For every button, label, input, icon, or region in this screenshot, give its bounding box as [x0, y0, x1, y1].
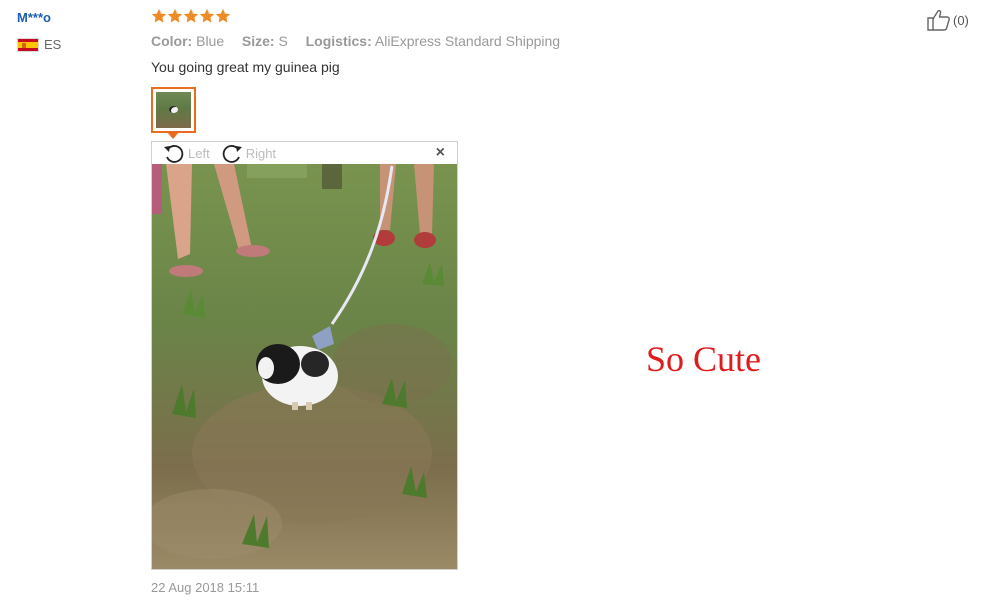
review-photo — [152, 164, 457, 569]
helpful-button[interactable]: (0) — [926, 8, 969, 32]
rotate-left-label: Left — [188, 145, 210, 161]
star-icon — [199, 9, 215, 23]
star-icon — [183, 9, 199, 23]
size-value: S — [278, 33, 288, 49]
viewer-toolbar: Left Right × — [152, 142, 457, 164]
helpful-count: (0) — [953, 12, 969, 28]
rotate-left-icon — [164, 145, 184, 163]
review-date: 22 Aug 2018 15:11 — [151, 580, 260, 595]
reviewer-country: ES — [17, 37, 61, 52]
logistics-value: AliExpress Standard Shipping — [374, 33, 561, 49]
reviewer-name[interactable]: M***o — [17, 10, 51, 25]
size-label: Size: — [241, 33, 275, 49]
so-cute-annotation: So Cute — [646, 339, 762, 379]
photo-thumbnail[interactable] — [151, 87, 196, 133]
star-icon — [151, 9, 167, 23]
review-text: You going great my guinea pig — [151, 59, 340, 75]
thumbnail-image — [156, 92, 191, 128]
spain-flag-icon — [17, 37, 39, 52]
order-attributes: Color: Blue Size: S Logistics: AliExpres… — [151, 33, 560, 49]
rotate-right-button[interactable]: Right — [220, 142, 276, 164]
rotate-right-label: Right — [245, 145, 277, 161]
country-code: ES — [44, 37, 62, 52]
logistics-label: Logistics: — [305, 33, 372, 49]
rotate-left-button[interactable]: Left — [162, 142, 210, 164]
close-icon[interactable]: × — [436, 144, 445, 162]
star-rating — [151, 8, 231, 24]
rotate-right-icon — [222, 145, 242, 163]
guinea-pig-photo — [152, 164, 457, 569]
color-value: Blue — [196, 33, 225, 49]
color-label: Color: — [151, 33, 193, 49]
star-icon — [215, 9, 231, 23]
thumbnail-pointer — [167, 132, 179, 139]
image-viewer: Left Right × — [151, 141, 458, 570]
star-icon — [167, 9, 183, 23]
thumbs-up-icon — [927, 9, 950, 31]
